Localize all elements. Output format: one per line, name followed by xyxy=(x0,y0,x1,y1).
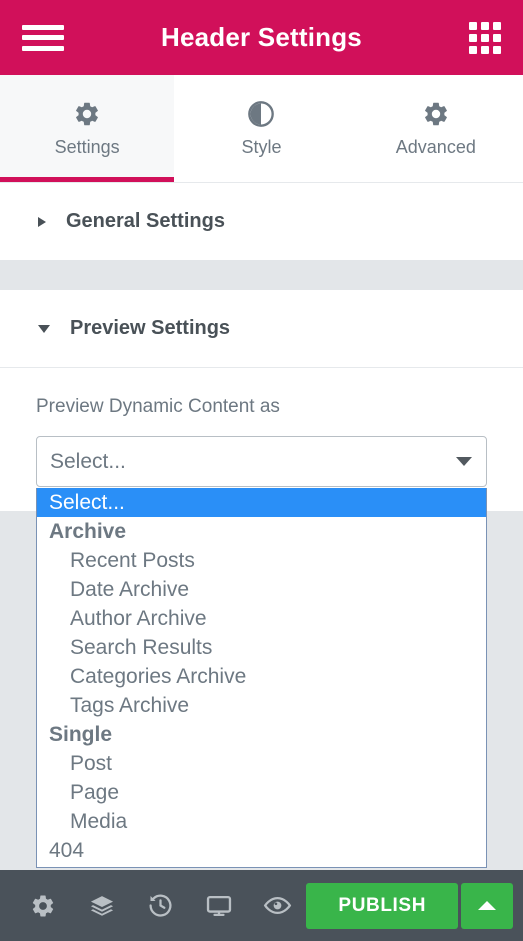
gear-icon[interactable] xyxy=(14,880,72,932)
section-general-settings-header[interactable]: General Settings xyxy=(0,183,523,260)
section-preview-settings-header[interactable]: Preview Settings xyxy=(0,290,523,367)
tab-style[interactable]: Style xyxy=(174,75,349,182)
elementor-panel: Header Settings Settings Style Advanced … xyxy=(0,0,523,941)
dropdown-option[interactable]: 404 xyxy=(37,836,486,865)
dropdown-option[interactable]: Categories Archive xyxy=(37,662,486,691)
layers-icon[interactable] xyxy=(72,880,130,932)
section-preview-settings-body: Preview Dynamic Content as Select... Sel… xyxy=(0,367,523,868)
chevron-down-icon xyxy=(456,457,472,466)
dropdown-option[interactable]: Post xyxy=(37,749,486,778)
hamburger-menu-icon[interactable] xyxy=(22,21,64,55)
dropdown-option[interactable]: Author Archive xyxy=(37,604,486,633)
dropdown-option[interactable]: Recent Posts xyxy=(37,546,486,575)
panel-tabs: Settings Style Advanced xyxy=(0,75,523,183)
dropdown-option[interactable]: Tags Archive xyxy=(37,691,486,720)
section-title: Preview Settings xyxy=(70,317,231,339)
page-title: Header Settings xyxy=(161,22,362,52)
dropdown-option[interactable]: Date Archive xyxy=(37,575,486,604)
caret-right-icon xyxy=(38,216,46,227)
contrast-half-circle-icon xyxy=(247,100,275,128)
section-title: General Settings xyxy=(66,210,225,232)
panel-content: General Settings Preview Settings Previe… xyxy=(0,183,523,870)
tab-label: Advanced xyxy=(395,136,476,157)
dropdown-option[interactable]: Select... xyxy=(37,488,486,517)
hamburger-bar xyxy=(22,24,64,30)
publish-button[interactable]: PUBLISH xyxy=(306,882,459,929)
dropdown-group-label: Single xyxy=(49,723,113,746)
publish-options-button[interactable] xyxy=(461,882,514,929)
panel-footer: PUBLISH xyxy=(0,870,523,941)
history-icon[interactable] xyxy=(131,880,189,932)
section-preview-settings: Preview Settings Preview Dynamic Content… xyxy=(0,290,523,868)
tab-label: Settings xyxy=(54,136,120,157)
hamburger-bar xyxy=(22,45,64,51)
select-value: Select... xyxy=(50,449,126,473)
dropdown-option[interactable]: Page xyxy=(37,778,486,807)
tab-label: Style xyxy=(241,136,282,157)
eye-icon[interactable] xyxy=(248,880,306,932)
tab-advanced[interactable]: Advanced xyxy=(348,75,523,182)
dropdown-group-label: Archive xyxy=(49,520,127,543)
gear-icon xyxy=(422,100,450,128)
apps-grid-icon[interactable] xyxy=(469,21,501,54)
monitor-icon[interactable] xyxy=(189,880,247,932)
tab-settings[interactable]: Settings xyxy=(0,75,175,182)
preview-dynamic-content-control: Select... Select... Archive Recent Posts Da… xyxy=(36,436,487,868)
preview-dynamic-content-label: Preview Dynamic Content as xyxy=(36,396,280,417)
panel-header: Header Settings xyxy=(0,0,523,75)
section-general-settings: General Settings xyxy=(0,183,523,260)
caret-down-icon xyxy=(38,324,50,333)
caret-up-icon xyxy=(478,901,497,910)
dropdown-option[interactable]: Search Results xyxy=(37,633,486,662)
hamburger-bar xyxy=(22,35,64,40)
dropdown-option[interactable]: Media xyxy=(37,807,486,836)
preview-dynamic-content-dropdown[interactable]: Select... Archive Recent Posts Date Archive… xyxy=(36,488,487,868)
gear-icon xyxy=(73,100,101,128)
publish-group: PUBLISH xyxy=(306,882,514,929)
preview-dynamic-content-select[interactable]: Select... xyxy=(36,436,487,487)
section-divider xyxy=(0,260,523,290)
